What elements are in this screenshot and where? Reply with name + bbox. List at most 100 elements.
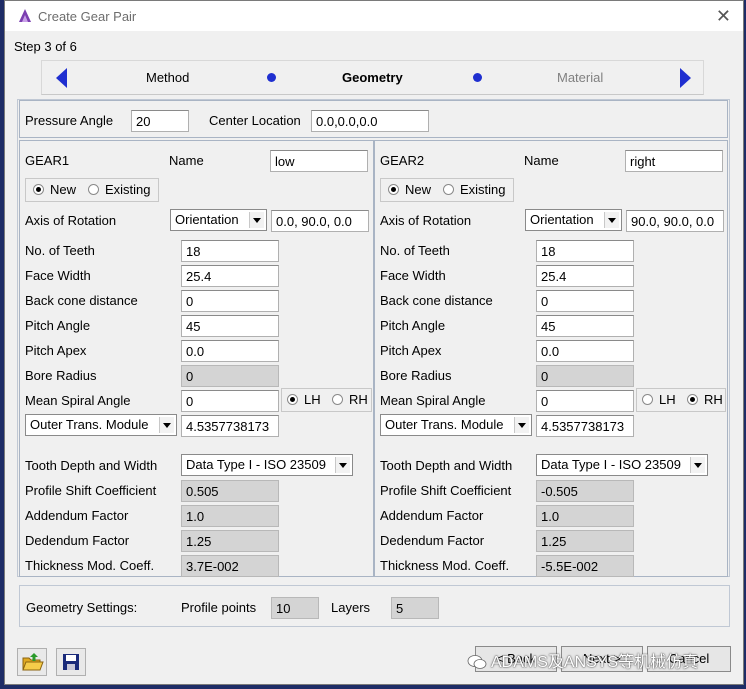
- gear2-existing-label: Existing: [460, 182, 506, 197]
- gear2-face-width-label: Face Width: [380, 268, 446, 283]
- chevron-down-icon: [335, 457, 350, 473]
- pressure-angle-field[interactable]: 20: [131, 110, 189, 132]
- gear1-module-field[interactable]: 4.5357738173: [181, 415, 279, 437]
- gear2-bore-label: Bore Radius: [380, 368, 452, 383]
- gear1-spiral-field[interactable]: 0: [181, 390, 279, 412]
- nav-dot-2: [473, 73, 482, 82]
- gear1-addendum-label: Addendum Factor: [25, 508, 129, 523]
- gear2-back-cone-field[interactable]: 0: [536, 290, 634, 312]
- gear1-rh-radio[interactable]: [332, 394, 343, 405]
- gear1-spiral-label: Mean Spiral Angle: [25, 393, 131, 408]
- gear1-existing-label: Existing: [105, 182, 151, 197]
- gear1-back-cone-field[interactable]: 0: [181, 290, 279, 312]
- gear1-face-width-field[interactable]: 25.4: [181, 265, 279, 287]
- gear2-pitch-angle-label: Pitch Angle: [380, 318, 446, 333]
- gear2-hand-group: LH RH: [636, 388, 726, 412]
- gear1-lh-label: LH: [304, 392, 321, 407]
- gear1-title: GEAR1: [25, 153, 70, 168]
- chevron-down-icon: [690, 457, 705, 473]
- gear1-bore-label: Bore Radius: [25, 368, 97, 383]
- gear2-addendum-label: Addendum Factor: [380, 508, 484, 523]
- watermark-text: ADAMS及ANSYS等机械仿真: [491, 654, 699, 671]
- gear2-name-field[interactable]: right: [625, 150, 723, 172]
- gear2-tooth-mode-select[interactable]: Data Type I - ISO 23509: [536, 454, 708, 476]
- gear2-pitch-apex-label: Pitch Apex: [380, 343, 442, 358]
- gear2-lh-label: LH: [659, 392, 676, 407]
- gear2-new-radio[interactable]: [388, 184, 399, 195]
- gear2-tooth-mode-value: Data Type I - ISO 23509: [541, 457, 681, 472]
- gear1-pitch-apex-field[interactable]: 0.0: [181, 340, 279, 362]
- gear2-spiral-label: Mean Spiral Angle: [380, 393, 486, 408]
- gear2-teeth-label: No. of Teeth: [380, 243, 450, 258]
- title-bar: Create Gear Pair ✕: [5, 1, 743, 31]
- gear2-rh-label: RH: [704, 392, 723, 407]
- nav-step-geometry: Geometry: [342, 70, 403, 85]
- gear2-lh-radio[interactable]: [642, 394, 653, 405]
- gear1-new-existing-group: New Existing: [25, 178, 159, 202]
- gear2-tooth-label: Tooth Depth and Width: [380, 458, 513, 473]
- gear2-rh-radio[interactable]: [687, 394, 698, 405]
- gear1-pitch-angle-field[interactable]: 45: [181, 315, 279, 337]
- profile-points-label: Profile points: [181, 600, 257, 615]
- close-icon[interactable]: ✕: [716, 6, 731, 27]
- center-location-label: Center Location: [209, 113, 301, 128]
- window-title: Create Gear Pair: [38, 9, 137, 24]
- gear1-name-field[interactable]: low: [270, 150, 368, 172]
- gear1-existing-radio[interactable]: [88, 184, 99, 195]
- gear1-rh-label: RH: [349, 392, 368, 407]
- chevron-down-icon: [159, 417, 174, 433]
- gear2-module-mode-value: Outer Trans. Module: [385, 417, 504, 432]
- geometry-settings-label: Geometry Settings:: [26, 600, 138, 615]
- gear1-addendum-field: 1.0: [181, 505, 279, 527]
- gear2-module-field[interactable]: 4.5357738173: [536, 415, 634, 437]
- gear2-face-width-field[interactable]: 25.4: [536, 265, 634, 287]
- gear1-axis-label: Axis of Rotation: [25, 213, 117, 228]
- gear2-axis-label: Axis of Rotation: [380, 213, 472, 228]
- gear2-addendum-field: 1.0: [536, 505, 634, 527]
- gear2-back-cone-label: Back cone distance: [380, 293, 493, 308]
- chevron-down-icon: [514, 417, 529, 433]
- gear2-thickness-label: Thickness Mod. Coeff.: [380, 558, 510, 573]
- profile-points-field: 10: [271, 597, 319, 619]
- next-arrow-icon[interactable]: [680, 68, 691, 88]
- gear1-tooth-label: Tooth Depth and Width: [25, 458, 158, 473]
- nav-step-method[interactable]: Method: [146, 70, 189, 85]
- chevron-down-icon: [249, 212, 264, 228]
- gear2-axis-value-field[interactable]: 90.0, 90.0, 0.0: [626, 210, 724, 232]
- gear1-face-width-label: Face Width: [25, 268, 91, 283]
- chevron-down-icon: [604, 212, 619, 228]
- gear1-axis-mode-select[interactable]: Orientation: [170, 209, 267, 231]
- gear2-new-label: New: [405, 182, 432, 197]
- gear2-pitch-apex-field[interactable]: 0.0: [536, 340, 634, 362]
- gear1-hand-group: LH RH: [281, 388, 372, 412]
- watermark: ADAMS及ANSYS等机械仿真: [467, 648, 737, 672]
- gear2-spiral-field[interactable]: 0: [536, 390, 634, 412]
- gear1-axis-value-field[interactable]: 0.0, 90.0, 0.0: [271, 210, 369, 232]
- gear2-new-existing-group: New Existing: [380, 178, 514, 202]
- prev-arrow-icon[interactable]: [56, 68, 67, 88]
- pressure-angle-label: Pressure Angle: [25, 113, 114, 128]
- save-button[interactable]: [56, 648, 86, 676]
- step-indicator: Step 3 of 6: [14, 39, 77, 54]
- gear1-back-cone-label: Back cone distance: [25, 293, 138, 308]
- gear2-existing-radio[interactable]: [443, 184, 454, 195]
- gear2-title: GEAR2: [380, 153, 425, 168]
- gear1-teeth-field[interactable]: 18: [181, 240, 279, 262]
- center-location-field[interactable]: 0.0,0.0,0.0: [311, 110, 429, 132]
- gear1-dedendum-field: 1.25: [181, 530, 279, 552]
- gear1-shift-field: 0.505: [181, 480, 279, 502]
- gear2-shift-field: -0.505: [536, 480, 634, 502]
- open-file-button[interactable]: [17, 648, 47, 676]
- gear2-pitch-angle-field[interactable]: 45: [536, 315, 634, 337]
- gear1-lh-radio[interactable]: [287, 394, 298, 405]
- gear2-teeth-field[interactable]: 18: [536, 240, 634, 262]
- wechat-icon: [467, 655, 487, 669]
- gear2-dedendum-field: 1.25: [536, 530, 634, 552]
- gear1-thickness-label: Thickness Mod. Coeff.: [25, 558, 155, 573]
- gear1-module-mode-select[interactable]: Outer Trans. Module: [25, 414, 177, 436]
- gear2-axis-mode-select[interactable]: Orientation: [525, 209, 622, 231]
- gear1-new-radio[interactable]: [33, 184, 44, 195]
- gear2-module-mode-select[interactable]: Outer Trans. Module: [380, 414, 532, 436]
- gear1-tooth-mode-select[interactable]: Data Type I - ISO 23509: [181, 454, 353, 476]
- gear2-axis-mode-value: Orientation: [530, 212, 594, 227]
